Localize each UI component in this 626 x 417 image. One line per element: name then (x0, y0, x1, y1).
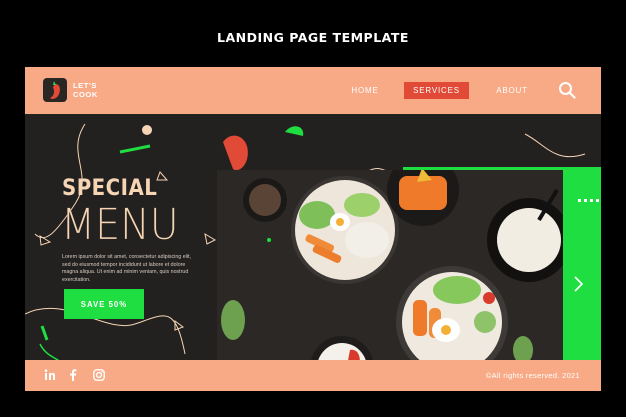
nav-home[interactable]: HOME (347, 82, 383, 99)
instagram-icon[interactable] (92, 368, 106, 382)
slider-dot (590, 199, 593, 202)
save-50-button[interactable]: SAVE 50% (64, 289, 144, 319)
headline-special: SPECIAL (62, 176, 158, 201)
slider-dot (596, 199, 599, 202)
nav-services[interactable]: SERVICES (404, 82, 469, 99)
food-photo (217, 170, 563, 391)
linkedin-icon[interactable] (43, 368, 57, 382)
hero-description: Lorem ipsum dolor sit amet, consectetur … (62, 254, 191, 283)
nav-about[interactable]: ABOUT (493, 82, 531, 99)
logo-text: LET'S COOK (73, 81, 98, 99)
chevron-right-icon[interactable] (571, 274, 587, 294)
landing-page-frame: LET'S COOK HOME SERVICES ABOUT SPECIAL M… (25, 67, 601, 391)
slider-dots (578, 199, 599, 202)
page-title: LANDING PAGE TEMPLATE (217, 30, 409, 45)
facebook-icon[interactable] (66, 368, 80, 382)
site-footer: ©All rights reserved. 2021 (25, 360, 601, 391)
chili-pepper-icon (43, 78, 67, 102)
slider-dot (584, 199, 587, 202)
slider-dot (578, 199, 581, 202)
search-icon[interactable] (558, 81, 576, 99)
headline-menu: MENU (61, 200, 179, 250)
copyright-text: ©All rights reserved. 2021 (485, 371, 580, 380)
logo[interactable]: LET'S COOK (43, 78, 107, 102)
site-header: LET'S COOK HOME SERVICES ABOUT (25, 67, 601, 114)
hero-section: SPECIAL MENU Lorem ipsum dolor sit amet,… (25, 114, 601, 391)
